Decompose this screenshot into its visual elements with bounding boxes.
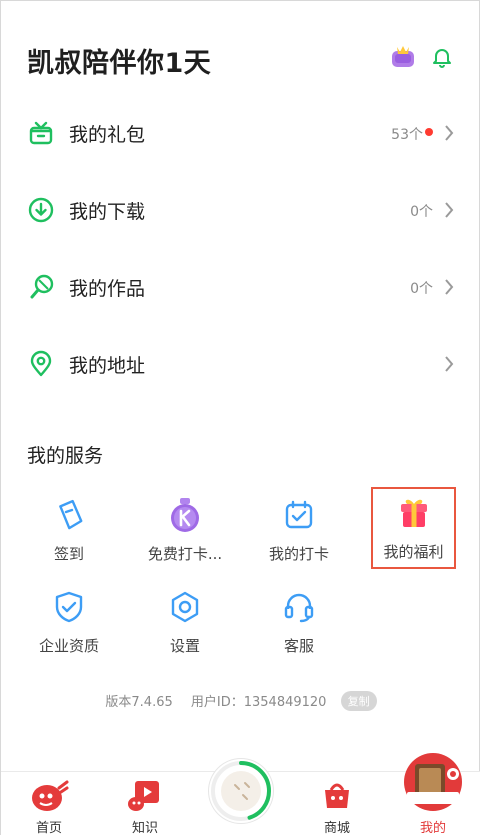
microphone-icon	[30, 274, 54, 299]
service-label: 客服	[283, 637, 314, 655]
service-sign-in[interactable]: 签到	[13, 489, 125, 571]
service-free-checkin[interactable]: 免费打卡...	[129, 489, 241, 571]
chevron-right-icon	[445, 125, 454, 141]
menu-count-downloads: 0个	[410, 204, 433, 220]
headset-icon	[284, 593, 314, 623]
services-title: 我的服务	[27, 445, 104, 467]
home-tab-icon	[32, 780, 69, 811]
service-label: 签到	[53, 545, 84, 563]
menu-count-works: 0个	[410, 281, 433, 297]
notification-dot	[425, 128, 433, 136]
service-my-checkin[interactable]: 我的打卡	[243, 489, 355, 571]
menu-label-gifts: 我的礼包	[69, 124, 146, 146]
service-label: 设置	[169, 637, 200, 655]
chevron-right-icon	[445, 279, 454, 295]
tab-knowledge[interactable]: 知识	[97, 772, 193, 835]
gift-icon	[400, 499, 427, 527]
tab-mine[interactable]: 我的	[385, 753, 480, 835]
service-label: 免费打卡...	[147, 545, 223, 563]
tab-label: 首页	[35, 821, 62, 835]
chevron-right-icon	[445, 356, 454, 372]
version-text: 版本7.4.65	[105, 695, 173, 710]
location-pin-icon	[30, 350, 52, 377]
bell-icon[interactable]	[431, 46, 453, 68]
shield-check-icon	[55, 591, 83, 623]
medal-icon	[171, 498, 199, 532]
greeting-title: 凯叔陪伴你1天	[27, 48, 212, 79]
tab-home[interactable]: 首页	[1, 772, 97, 835]
menu-label-address: 我的地址	[69, 355, 146, 377]
service-settings[interactable]: 设置	[129, 581, 241, 663]
gift-box-icon	[29, 121, 53, 145]
service-customer-support[interactable]: 客服	[243, 581, 355, 663]
menu-count-gifts: 53个	[391, 127, 423, 143]
vip-crown-icon[interactable]	[389, 43, 417, 71]
copy-button[interactable]: 复制	[340, 691, 377, 711]
player-progress-ring	[211, 761, 271, 821]
service-label: 我的福利	[383, 543, 444, 561]
my-menu-list: 我的礼包 53个 我的下载 0个 我的作品 0个 我的地址	[1, 95, 480, 403]
menu-label-works: 我的作品	[69, 278, 146, 300]
settings-icon	[171, 591, 199, 623]
app-info: 版本7.4.65 用户ID：1354849120 复制	[1, 691, 480, 711]
service-label: 企业资质	[38, 637, 99, 655]
tab-mall[interactable]: 商城	[289, 772, 385, 835]
tab-label: 知识	[131, 821, 158, 835]
menu-item-address[interactable]: 我的地址	[1, 326, 480, 403]
menu-item-works[interactable]: 我的作品 0个	[1, 249, 480, 326]
menu-label-downloads: 我的下载	[69, 201, 146, 223]
service-qualification[interactable]: 企业资质	[13, 581, 125, 663]
tab-label: 我的	[419, 821, 446, 835]
knowledge-tab-icon	[128, 781, 159, 811]
download-icon	[28, 197, 54, 223]
menu-item-gifts[interactable]: 我的礼包 53个	[1, 95, 480, 172]
mall-tab-icon	[325, 783, 349, 808]
calendar-check-icon	[285, 500, 313, 529]
chevron-right-icon	[445, 202, 454, 218]
user-id-text: 用户ID：1354849120	[190, 695, 327, 710]
tab-label: 商城	[323, 821, 350, 835]
service-my-welfare[interactable]: 我的福利	[371, 487, 456, 569]
menu-item-downloads[interactable]: 我的下载 0个	[1, 172, 480, 249]
service-label: 我的打卡	[268, 545, 329, 563]
mine-tab-icon	[404, 753, 462, 811]
center-player-button[interactable]	[209, 759, 273, 823]
sign-in-icon	[59, 499, 83, 530]
